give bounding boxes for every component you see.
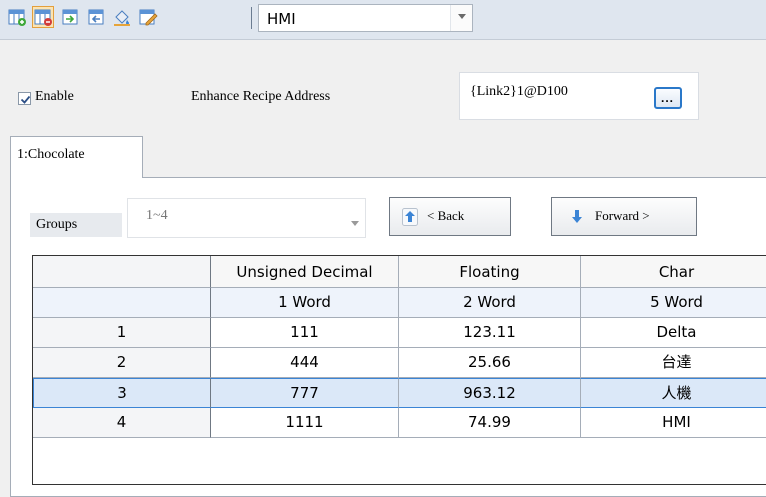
type-row-header xyxy=(33,288,211,318)
checkmark-icon xyxy=(20,95,31,104)
arrow-up-icon xyxy=(402,208,418,226)
model-combo-value: HMI xyxy=(267,10,296,28)
enable-checkbox[interactable] xyxy=(18,92,31,105)
table-cell[interactable]: 1111 xyxy=(211,408,399,438)
row-header[interactable]: 2 xyxy=(33,348,211,378)
recipe-grid: Unsigned Decimal Floating Char 1 Word 2 … xyxy=(32,255,766,485)
chevron-down-icon[interactable] xyxy=(450,5,472,31)
table-cell[interactable]: 123.11 xyxy=(399,318,581,348)
toolbar: HMI xyxy=(0,0,766,40)
row-header[interactable]: 4 xyxy=(33,408,211,438)
recipe-address-field[interactable]: {Link2}1@D100 ... xyxy=(459,72,699,120)
recipe-address-value: {Link2}1@D100 xyxy=(470,84,568,99)
table-cell[interactable]: Delta xyxy=(581,318,766,348)
groups-combo[interactable]: 1~4 xyxy=(127,198,366,238)
column-header[interactable]: Char xyxy=(581,256,766,288)
edit-icon[interactable] xyxy=(137,6,159,28)
back-button-label: < Back xyxy=(427,208,465,223)
column-header[interactable]: Floating xyxy=(399,256,581,288)
enhance-recipe-address-label: Enhance Recipe Address xyxy=(191,89,331,104)
model-combo[interactable]: HMI xyxy=(258,4,473,32)
fill-icon[interactable] xyxy=(111,6,133,28)
corner-cell xyxy=(33,256,211,288)
type-cell[interactable]: 5 Word xyxy=(581,288,766,318)
back-button[interactable]: < Back xyxy=(389,197,511,236)
table-cell[interactable]: 111 xyxy=(211,318,399,348)
enable-label: Enable xyxy=(35,89,74,104)
table-cell[interactable]: HMI xyxy=(581,408,766,438)
table-cell[interactable]: 台達 xyxy=(581,348,766,378)
arrow-down-icon xyxy=(572,210,582,223)
tab-chocolate[interactable]: 1:Chocolate xyxy=(10,136,143,178)
table-cell[interactable]: 74.99 xyxy=(399,408,581,438)
delete-table-icon[interactable] xyxy=(32,6,54,28)
table-cell[interactable]: 444 xyxy=(211,348,399,378)
browse-button-label: ... xyxy=(661,91,675,105)
export-icon[interactable] xyxy=(85,6,107,28)
type-cell[interactable]: 2 Word xyxy=(399,288,581,318)
table-cell[interactable]: 25.66 xyxy=(399,348,581,378)
import-icon[interactable] xyxy=(59,6,81,28)
tab-label: 1:Chocolate xyxy=(17,147,85,162)
groups-label: Groups xyxy=(30,213,122,237)
browse-button[interactable]: ... xyxy=(654,87,682,109)
add-table-icon[interactable] xyxy=(6,6,28,28)
row-header-selected[interactable]: 3 xyxy=(33,378,211,408)
forward-button[interactable]: Forward > xyxy=(551,197,697,236)
table-cell-selected[interactable]: 人機 xyxy=(581,378,766,408)
groups-value: 1~4 xyxy=(146,208,168,223)
table-cell-selected[interactable]: 777 xyxy=(211,378,399,408)
type-cell[interactable]: 1 Word xyxy=(211,288,399,318)
table-cell-selected[interactable]: 963.12 xyxy=(399,378,581,408)
forward-button-label: Forward > xyxy=(595,208,650,223)
row-header[interactable]: 1 xyxy=(33,318,211,348)
toolbar-separator xyxy=(251,7,252,29)
chevron-down-icon[interactable] xyxy=(351,221,359,226)
column-header[interactable]: Unsigned Decimal xyxy=(211,256,399,288)
